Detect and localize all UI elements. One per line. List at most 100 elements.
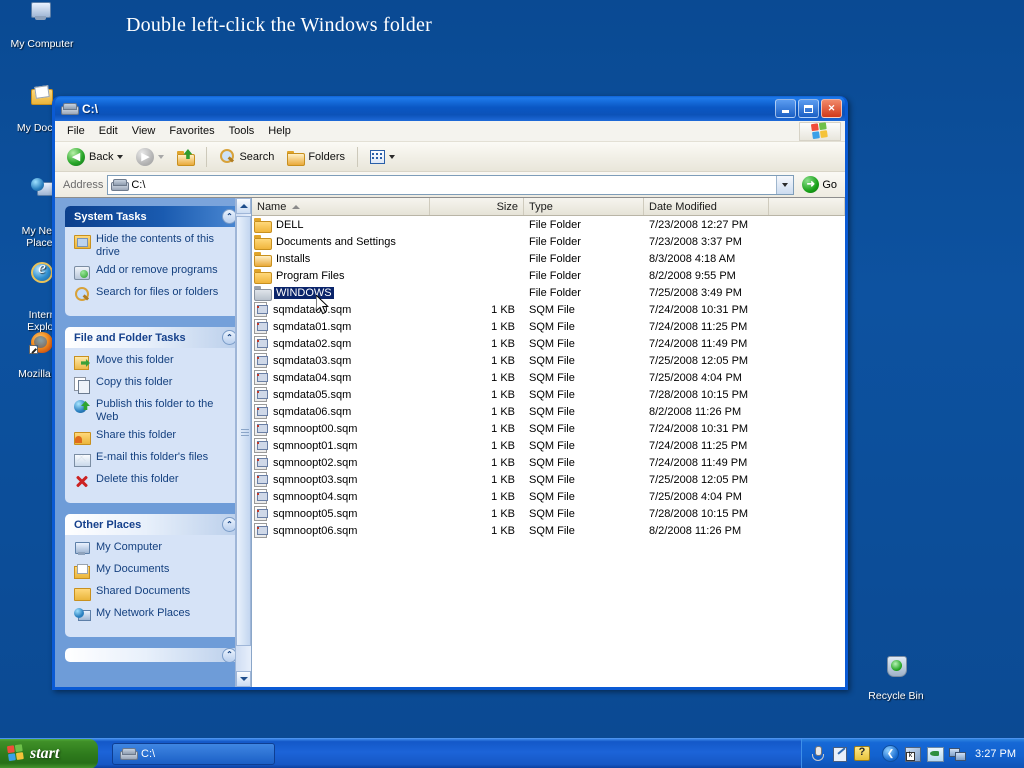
table-row[interactable]: sqmnoopt05.sqm 1 KB SQM File 7/28/2008 1… xyxy=(252,505,845,522)
table-row[interactable]: sqmnoopt00.sqm 1 KB SQM File 7/24/2008 1… xyxy=(252,420,845,437)
windows-flag-icon xyxy=(7,744,26,763)
address-bar[interactable]: Address C:\ ➜ Go xyxy=(55,172,845,198)
back-button[interactable]: ◀ Back xyxy=(61,145,129,169)
search-button[interactable]: Search xyxy=(213,146,280,167)
task-sidebar[interactable]: System Tasks ⌃ Hide the contents of this… xyxy=(55,198,251,687)
explorer-window[interactable]: C:\ ✕ File Edit View Favorites Tools Hel… xyxy=(52,96,848,690)
sidebar-scrollbar[interactable] xyxy=(235,198,251,687)
address-input[interactable]: C:\ xyxy=(107,175,794,195)
task-move-folder[interactable]: Move this folder xyxy=(74,354,236,371)
keyboard-shortcut-icon[interactable] xyxy=(905,746,921,761)
folder-grey-icon xyxy=(254,286,270,299)
place-my-network-places[interactable]: My Network Places xyxy=(74,607,236,624)
file-rows[interactable]: DELL File Folder 7/23/2008 12:27 PM Docu… xyxy=(252,216,845,687)
chevron-left-icon[interactable]: ❮ xyxy=(882,745,899,762)
column-headers[interactable]: Name Size Type Date Modified xyxy=(252,198,845,216)
task-delete-folder[interactable]: Delete this folder xyxy=(74,473,236,490)
column-header-type[interactable]: Type xyxy=(524,198,644,215)
task-publish-web[interactable]: Publish this folder to the Web xyxy=(74,398,236,424)
task-copy-folder[interactable]: Copy this folder xyxy=(74,376,236,393)
table-row[interactable]: sqmdata03.sqm 1 KB SQM File 7/25/2008 12… xyxy=(252,352,845,369)
folders-button[interactable]: Folders xyxy=(281,147,351,167)
network-icon[interactable] xyxy=(949,746,965,761)
task-add-remove-programs[interactable]: Add or remove programs xyxy=(74,264,236,281)
start-button[interactable]: start xyxy=(0,739,98,768)
task-hide-contents[interactable]: Hide the contents of this drive xyxy=(74,233,236,259)
table-row[interactable]: sqmnoopt06.sqm 1 KB SQM File 8/2/2008 11… xyxy=(252,522,845,539)
menu-bar[interactable]: File Edit View Favorites Tools Help xyxy=(55,121,845,142)
chevron-down-icon xyxy=(782,183,788,187)
table-row[interactable]: sqmdata01.sqm 1 KB SQM File 7/24/2008 11… xyxy=(252,318,845,335)
forward-dropdown-icon[interactable] xyxy=(158,155,164,159)
up-button[interactable] xyxy=(171,146,200,167)
place-shared-documents[interactable]: Shared Documents xyxy=(74,585,236,602)
file-list-pane[interactable]: Name Size Type Date Modified xyxy=(251,198,845,687)
desktop-icon-my-computer[interactable]: My Computer xyxy=(4,2,80,51)
pane-header[interactable]: File and Folder Tasks ⌃ xyxy=(65,327,243,348)
pane-header[interactable]: Other Places ⌃ xyxy=(65,514,243,535)
microphone-icon[interactable] xyxy=(810,746,826,761)
maximize-button[interactable] xyxy=(798,99,819,118)
folder-icon xyxy=(254,235,270,248)
scroll-up-button[interactable] xyxy=(236,198,251,214)
notepad-pen-icon[interactable] xyxy=(832,746,848,761)
table-row[interactable]: Documents and Settings File Folder 7/23/… xyxy=(252,233,845,250)
taskbar-item-explorer[interactable]: C:\ xyxy=(112,743,275,765)
clock[interactable]: 3:27 PM xyxy=(971,748,1016,760)
table-row[interactable]: sqmdata00.sqm 1 KB SQM File 7/24/2008 10… xyxy=(252,301,845,318)
minimize-button[interactable] xyxy=(775,99,796,118)
file-name: Documents and Settings xyxy=(274,236,398,248)
menu-item-help[interactable]: Help xyxy=(261,123,298,139)
column-header-date-modified[interactable]: Date Modified xyxy=(644,198,769,215)
table-row[interactable]: sqmdata05.sqm 1 KB SQM File 7/28/2008 10… xyxy=(252,386,845,403)
desktop-icon-recycle-bin[interactable]: Recycle Bin xyxy=(858,654,934,703)
table-row[interactable]: sqmnoopt03.sqm 1 KB SQM File 7/25/2008 1… xyxy=(252,471,845,488)
table-row[interactable]: sqmdata02.sqm 1 KB SQM File 7/24/2008 11… xyxy=(252,335,845,352)
forward-button[interactable]: ▶ xyxy=(130,145,170,169)
drive-icon xyxy=(111,179,127,191)
scrollbar-thumb[interactable] xyxy=(236,216,251,646)
table-row[interactable]: sqmnoopt04.sqm 1 KB SQM File 7/25/2008 4… xyxy=(252,488,845,505)
pane-header[interactable]: System Tasks ⌃ xyxy=(65,206,243,227)
scroll-down-button[interactable] xyxy=(236,671,251,687)
menu-item-view[interactable]: View xyxy=(125,123,163,139)
views-dropdown-icon[interactable] xyxy=(389,155,395,159)
menu-item-edit[interactable]: Edit xyxy=(92,123,125,139)
table-row[interactable]: DELL File Folder 7/23/2008 12:27 PM xyxy=(252,216,845,233)
place-my-documents[interactable]: My Documents xyxy=(74,563,236,580)
table-row[interactable]: Installs File Folder 8/3/2008 4:18 AM xyxy=(252,250,845,267)
go-button[interactable]: ➜ Go xyxy=(798,176,841,193)
menu-item-tools[interactable]: Tools xyxy=(222,123,262,139)
fish-tray-icon[interactable] xyxy=(927,746,943,761)
views-button[interactable] xyxy=(364,147,401,167)
place-my-computer[interactable]: My Computer xyxy=(74,541,236,558)
table-row[interactable]: sqmnoopt02.sqm 1 KB SQM File 7/24/2008 1… xyxy=(252,454,845,471)
file-type: SQM File xyxy=(524,525,644,537)
help-icon[interactable] xyxy=(854,746,870,761)
system-tray[interactable]: ❮ 3:27 PM xyxy=(801,739,1024,768)
table-row[interactable]: sqmnoopt01.sqm 1 KB SQM File 7/24/2008 1… xyxy=(252,437,845,454)
task-share-folder[interactable]: Share this folder xyxy=(74,429,236,446)
pane-header[interactable]: ⌃ xyxy=(65,648,243,662)
toolbar[interactable]: ◀ Back ▶ Search xyxy=(55,142,845,172)
window-titlebar[interactable]: C:\ ✕ xyxy=(55,96,845,121)
address-label: Address xyxy=(63,179,103,191)
column-header-name[interactable]: Name xyxy=(252,198,430,215)
table-row[interactable]: sqmdata04.sqm 1 KB SQM File 7/25/2008 4:… xyxy=(252,369,845,386)
back-dropdown-icon[interactable] xyxy=(117,155,123,159)
desktop[interactable]: Double left-click the Windows folder My … xyxy=(0,0,1024,738)
close-button[interactable]: ✕ xyxy=(821,99,842,118)
table-row[interactable]: Program Files File Folder 8/2/2008 9:55 … xyxy=(252,267,845,284)
task-email-files[interactable]: E-mail this folder's files xyxy=(74,451,236,468)
taskbar[interactable]: start C:\ ❮ 3:27 PM xyxy=(0,738,1024,768)
task-label: Delete this folder xyxy=(96,473,179,486)
table-row-windows-selected[interactable]: WINDOWS File Folder 7/25/2008 3:49 PM xyxy=(252,284,845,301)
column-header-size[interactable]: Size xyxy=(430,198,524,215)
file-name: sqmdata06.sqm xyxy=(271,406,353,418)
menu-item-favorites[interactable]: Favorites xyxy=(162,123,221,139)
menu-item-file[interactable]: File xyxy=(60,123,92,139)
table-row[interactable]: sqmdata06.sqm 1 KB SQM File 8/2/2008 11:… xyxy=(252,403,845,420)
address-dropdown-button[interactable] xyxy=(776,176,793,194)
file-date: 8/2/2008 11:26 PM xyxy=(644,406,769,418)
task-search-files[interactable]: Search for files or folders xyxy=(74,286,236,303)
